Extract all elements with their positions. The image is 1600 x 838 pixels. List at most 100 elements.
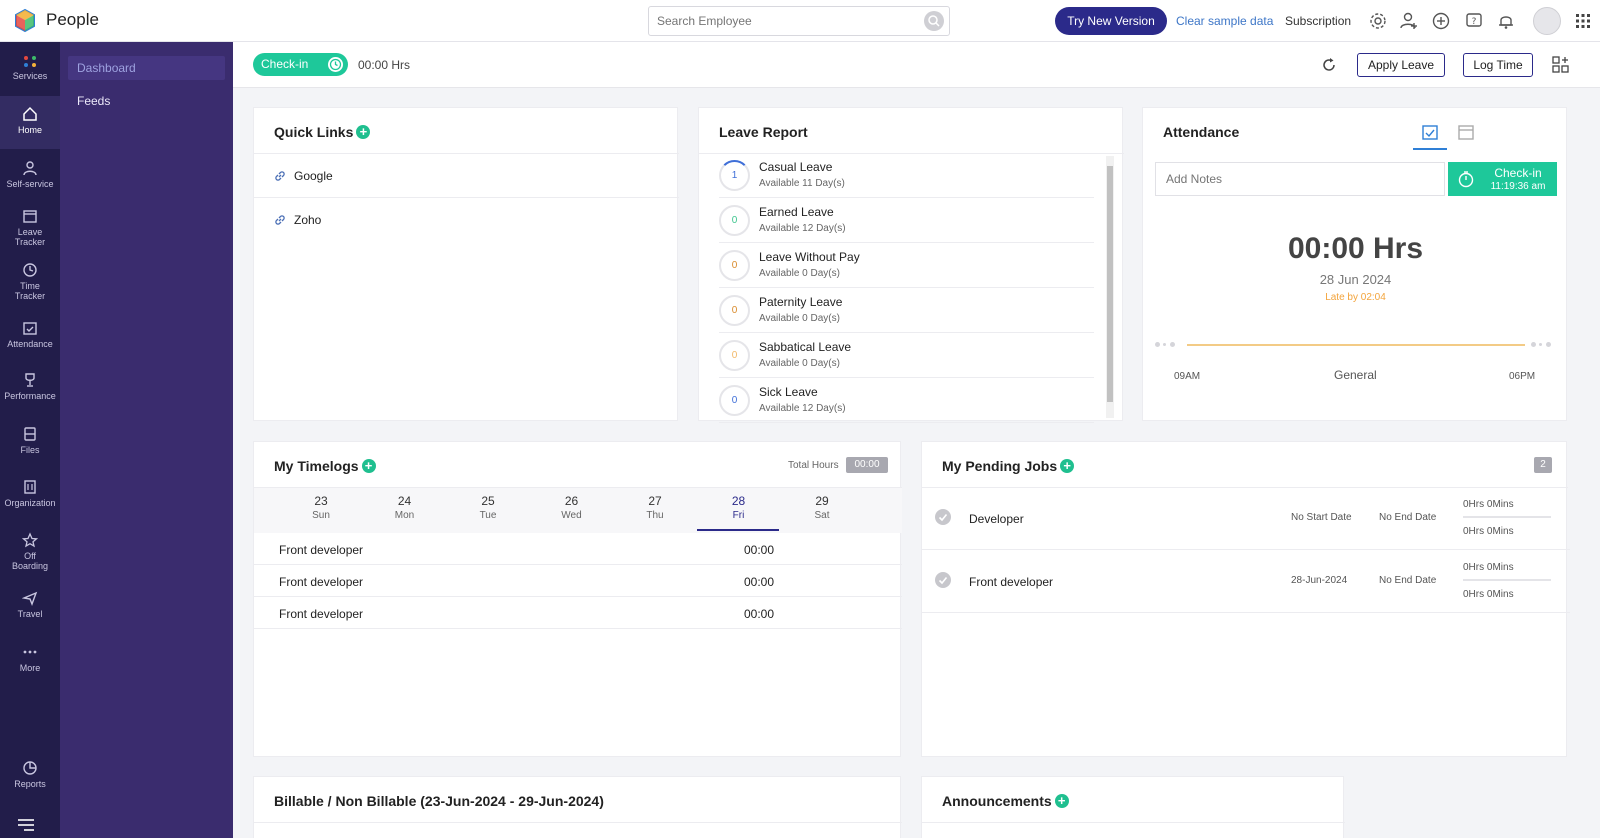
check-icon[interactable]: [935, 509, 951, 525]
user-add-icon[interactable]: [1399, 11, 1419, 31]
timelog-time: 00:00: [744, 607, 775, 621]
leave-report-card: Leave Report 1 Casual Leave Available 11 D…: [698, 107, 1124, 423]
toolbar-hours: 00:00 Hrs: [358, 58, 411, 72]
nav-item-organization[interactable]: Organization: [0, 479, 60, 508]
nav-item-services[interactable]: Services: [0, 54, 60, 81]
nav-label: Attendance: [7, 339, 53, 349]
day-number: 29: [815, 494, 829, 508]
clear-sample-data-link[interactable]: Clear sample data: [1176, 14, 1273, 28]
app-title[interactable]: People: [46, 10, 99, 30]
checkin-time: 11:19:36 am: [1490, 181, 1546, 192]
pending-job-row[interactable]: Front developer 28-Jun-2024 No End Date 0Hr…: [922, 551, 1570, 613]
add-announcement-icon[interactable]: +: [1054, 794, 1069, 808]
clock-icon: [328, 57, 343, 72]
week-day-27[interactable]: 27 Thu: [615, 494, 695, 521]
week-day-28[interactable]: 28 Fri: [699, 494, 779, 521]
leave-available: Available 0 Day(s): [759, 268, 840, 279]
quick-link-label: Zoho: [294, 213, 322, 227]
attendance-date: 28 Jun 2024: [1319, 272, 1392, 287]
help-icon[interactable]: ?: [1464, 11, 1484, 31]
attendance-checkin-button[interactable]: Check-in 11:19:36 am: [1448, 162, 1557, 196]
add-timelog-icon[interactable]: +: [361, 459, 376, 473]
quick-link-item[interactable]: Zoho: [274, 213, 321, 227]
leave-type-row[interactable]: 1 Casual Leave Available 11 Day(s): [719, 154, 1094, 198]
nav-item-leave-tracker[interactable]: Leave Tracker: [0, 208, 60, 247]
week-day-29[interactable]: 29 Sat: [782, 494, 862, 521]
nav-item-reports[interactable]: Reports: [0, 760, 60, 789]
nav-item-self-service[interactable]: Self-service: [0, 160, 60, 189]
customize-layout-icon[interactable]: [1551, 55, 1571, 75]
apply-leave-button[interactable]: Apply Leave: [1357, 53, 1445, 77]
timelog-job: Front developer: [279, 543, 364, 557]
pending-job-row[interactable]: Developer No Start Date No End Date 0Hrs 0M…: [922, 488, 1570, 550]
leave-type-row[interactable]: 0 Sabbatical Leave Available 0 Day(s): [719, 334, 1094, 378]
leave-type-name: Leave Without Pay: [759, 250, 860, 264]
nav-item-attendance[interactable]: Attendance: [0, 320, 60, 349]
grid-icon[interactable]: [1573, 11, 1593, 31]
pending-jobs-title: My Pending Jobs +: [942, 458, 1075, 474]
calendar-icon[interactable]: [1457, 123, 1475, 141]
avatar[interactable]: [1533, 7, 1561, 35]
nav-item-performance[interactable]: Performance: [0, 372, 60, 401]
add-quick-link-icon[interactable]: +: [356, 125, 371, 139]
week-day-25[interactable]: 25 Tue: [448, 494, 528, 521]
divider: [922, 822, 1345, 823]
add-notes-input[interactable]: [1156, 163, 1444, 195]
search-icon[interactable]: [924, 11, 944, 31]
nav-item-home[interactable]: Home: [0, 96, 60, 149]
calendar-check-icon: [23, 322, 37, 335]
files-icon: [24, 427, 36, 441]
quick-link-item[interactable]: Google: [274, 169, 333, 183]
services-dots-icon: [24, 56, 36, 67]
nav-item-more[interactable]: More: [0, 644, 60, 673]
search-box[interactable]: [648, 6, 950, 36]
checkin-toggle[interactable]: Check-in: [253, 53, 348, 76]
timelog-row[interactable]: Front developer 00:00: [254, 534, 902, 565]
bell-icon[interactable]: [1496, 11, 1516, 31]
gear-icon[interactable]: [1368, 11, 1388, 31]
subscription-link[interactable]: Subscription: [1285, 14, 1351, 28]
nav-label: Travel: [17, 609, 43, 619]
people-logo-icon[interactable]: [12, 8, 38, 34]
left-nav: Services Home Self-service Leave Tracker…: [0, 42, 60, 838]
week-day-23[interactable]: 23 Sun: [281, 494, 361, 521]
day-number: 24: [397, 494, 412, 508]
add-notes-field[interactable]: [1155, 162, 1445, 196]
timelog-row[interactable]: Front developer 00:00: [254, 598, 902, 629]
total-hours-badge: 00:00: [846, 457, 888, 473]
timelog-job: Front developer: [279, 575, 364, 589]
leave-type-row[interactable]: 0 Sick Leave Available 12 Day(s): [719, 379, 1094, 423]
calendar-check-icon[interactable]: [1421, 123, 1439, 141]
search-input[interactable]: [649, 7, 909, 35]
late-indicator: Late by 02:04: [1325, 292, 1386, 303]
check-icon[interactable]: [935, 572, 951, 588]
nav-item-off-boarding[interactable]: Off Boarding: [0, 532, 60, 571]
dashboard-toolbar: Check-in 00:00 Hrs Apply Leave Log Time: [233, 42, 1600, 88]
timelog-row[interactable]: Front developer 00:00: [254, 566, 902, 597]
day-weekday: Wed: [561, 510, 582, 521]
leave-type-row[interactable]: 0 Earned Leave Available 12 Day(s): [719, 199, 1094, 243]
subnav-item-feeds[interactable]: Feeds: [68, 89, 225, 113]
divider: [254, 153, 679, 154]
nav-item-travel[interactable]: Travel: [0, 590, 60, 619]
scrollbar-thumb[interactable]: [1107, 166, 1113, 402]
collapse-menu-icon[interactable]: [16, 818, 36, 832]
scrollbar[interactable]: [1106, 156, 1114, 418]
week-day-26[interactable]: 26 Wed: [532, 494, 612, 521]
try-new-version-button[interactable]: Try New Version: [1055, 7, 1167, 35]
refresh-icon[interactable]: [1321, 57, 1337, 73]
job-logged-hours: 0Hrs 0Mins: [1463, 499, 1514, 510]
leave-type-name: Casual Leave: [759, 160, 833, 174]
plane-icon: [22, 591, 38, 606]
user-icon: [23, 161, 37, 176]
nav-item-files[interactable]: Files: [0, 426, 60, 455]
leave-type-row[interactable]: 0 Leave Without Pay Available 0 Day(s): [719, 244, 1094, 288]
week-day-24[interactable]: 24 Mon: [365, 494, 445, 521]
add-job-icon[interactable]: +: [1060, 459, 1075, 473]
log-time-button[interactable]: Log Time: [1463, 53, 1533, 77]
nav-item-time-tracker[interactable]: Time Tracker: [0, 262, 60, 301]
subnav-item-dashboard[interactable]: Dashboard: [68, 56, 225, 80]
plus-circle-icon[interactable]: [1431, 11, 1451, 31]
nav-label: Leave Tracker: [14, 227, 46, 247]
leave-type-row[interactable]: 0 Paternity Leave Available 0 Day(s): [719, 289, 1094, 333]
